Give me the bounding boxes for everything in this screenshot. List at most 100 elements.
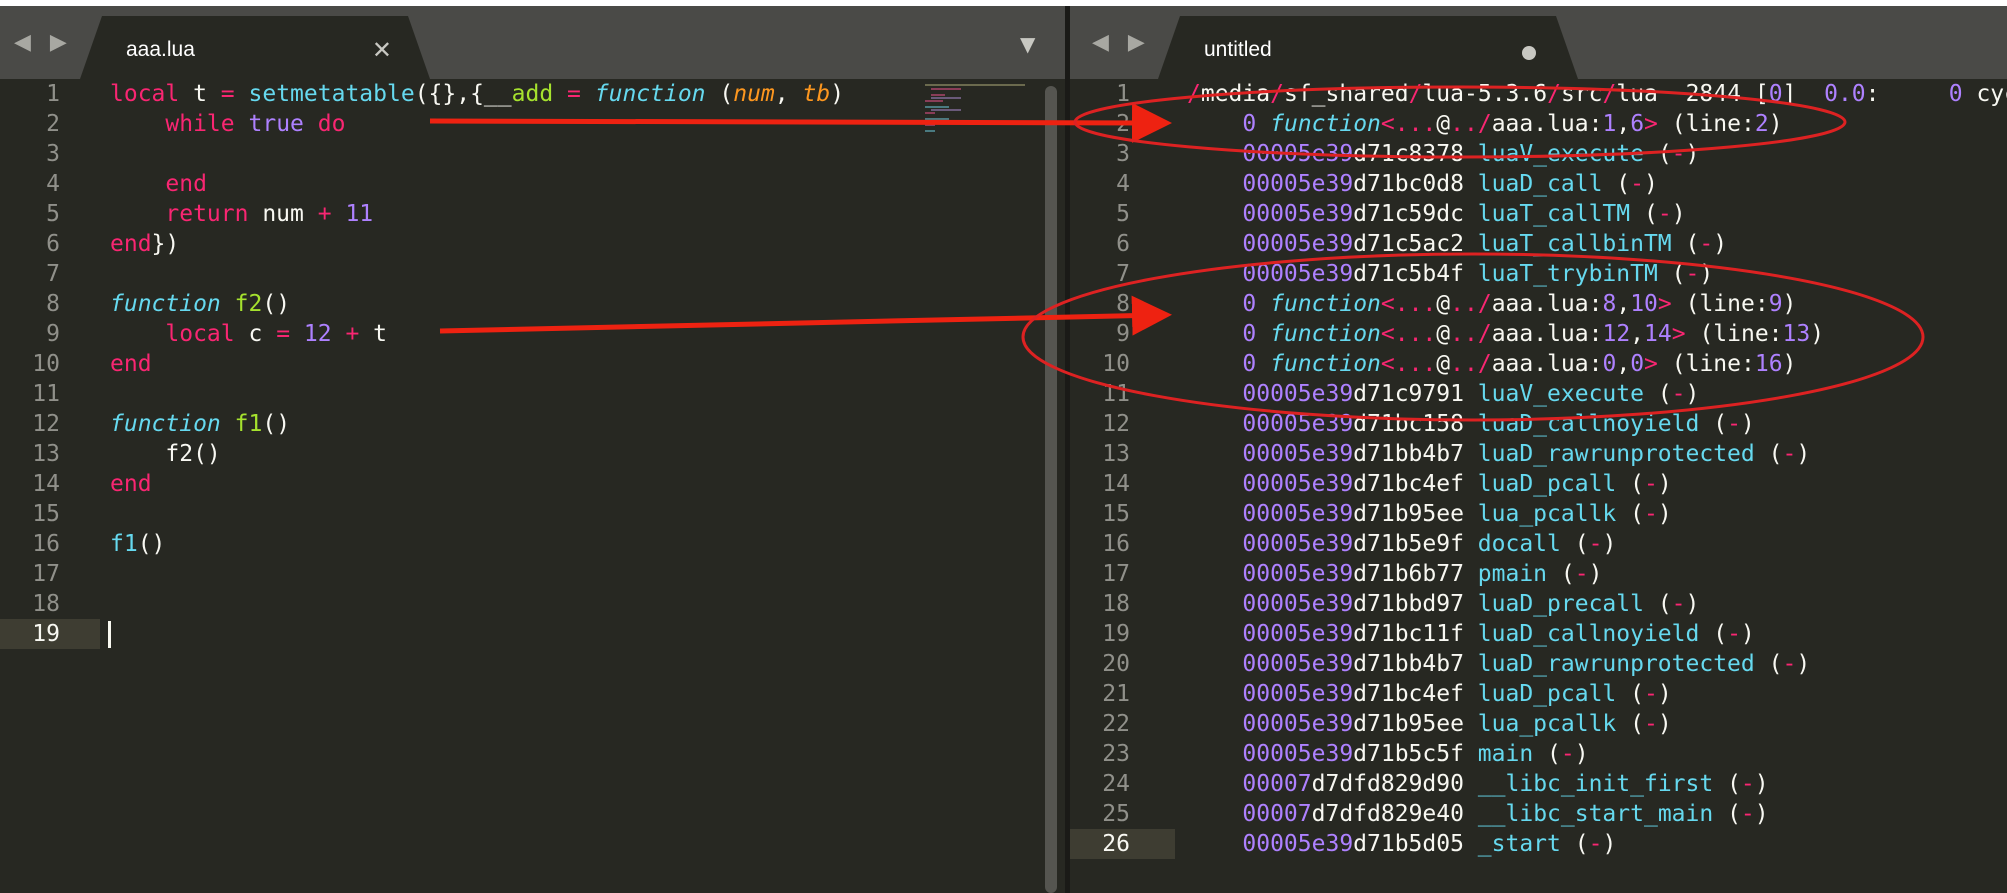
left-minimap[interactable] [925, 82, 1025, 142]
code-line[interactable]: 15 00005e39d71b95ee lua_pcallk (-) [1070, 499, 2007, 529]
code-line[interactable]: 2 while true do [0, 109, 1065, 139]
code-line[interactable]: 7 [0, 259, 1065, 289]
code-token: 8 [1602, 291, 1617, 317]
code-line[interactable]: 19 [0, 619, 1065, 649]
code-line[interactable]: 13 f2() [0, 439, 1065, 469]
code-line[interactable]: 18 00005e39d71bbd97 luaD_precall (-) [1070, 589, 2007, 619]
code-line[interactable]: 11 00005e39d71c9791 luaV_execute (-) [1070, 379, 2007, 409]
code-token: / [1602, 81, 1617, 107]
code-token: (line: [1657, 111, 1755, 137]
code-token: tb [802, 81, 831, 107]
code-token: 00005e39 [1242, 441, 1354, 467]
code-token: lua_pcallk [1477, 501, 1617, 527]
code-line[interactable]: 5 return num + 11 [0, 199, 1065, 229]
code-line[interactable]: 11 [0, 379, 1065, 409]
code-text: 00005e39d71bc11f luaD_callnoyield (-) [1187, 619, 1754, 649]
code-line[interactable]: 9 0 function<...@../aaa.lua:12,14> (line… [1070, 319, 2007, 349]
code-token: ) [1574, 741, 1589, 767]
code-line[interactable]: 2 0 function<...@../aaa.lua:1,6> (line:2… [1070, 109, 2007, 139]
code-line[interactable]: 17 00005e39d71b6b77 pmain (-) [1070, 559, 2007, 589]
code-text: return num + 11 [110, 199, 373, 229]
line-number: 9 [1116, 321, 1130, 347]
left-tab-nav-arrows-icon[interactable]: ◀ ▶ [14, 30, 73, 55]
code-line[interactable]: 12 function f1() [0, 409, 1065, 439]
code-token: - [1740, 771, 1755, 797]
tab-untitled[interactable]: untitled [1158, 16, 1578, 79]
code-line[interactable]: 26 00005e39d71b5d05 _start (-) [1070, 829, 2007, 859]
code-line[interactable]: 5 00005e39d71c59dc luaT_callTM (-) [1070, 199, 2007, 229]
code-line[interactable]: 18 [0, 589, 1065, 619]
code-line[interactable]: 8 0 function<...@../aaa.lua:8,10> (line:… [1070, 289, 2007, 319]
code-text: 00007d7dfd829d90 __libc_init_first (-) [1187, 769, 1768, 799]
line-number: 14 [32, 471, 60, 497]
code-token: (line: [1671, 291, 1769, 317]
code-line[interactable]: 4 end [0, 169, 1065, 199]
code-token: ) [1685, 141, 1700, 167]
code-line[interactable]: 24 00007d7dfd829d90 __libc_init_first (-… [1070, 769, 2007, 799]
code-line[interactable]: 14 end [0, 469, 1065, 499]
code-line[interactable]: 19 00005e39d71bc11f luaD_callnoyield (-) [1070, 619, 2007, 649]
code-text: end}) [110, 229, 179, 259]
code-line[interactable]: 10 end [0, 349, 1065, 379]
code-line[interactable]: 4 00005e39d71bc0d8 luaD_call (-) [1070, 169, 2007, 199]
code-line[interactable]: 1 local t = setmetatable({},{__add = func… [0, 79, 1065, 109]
code-line[interactable]: 15 [0, 499, 1065, 529]
code-text: 00005e39d71bc0d8 luaD_call (-) [1187, 169, 1657, 199]
code-token: ( [1671, 231, 1700, 257]
code-line[interactable]: 3 [0, 139, 1065, 169]
code-line[interactable]: 17 [0, 559, 1065, 589]
code-text: 00005e39d71b5d05 _start (-) [1187, 829, 1616, 859]
line-number: 7 [46, 261, 60, 287]
code-token: d71c9791 [1353, 381, 1478, 407]
right-tab-nav-arrows-icon[interactable]: ◀ ▶ [1092, 30, 1151, 55]
code-token: t [359, 321, 388, 347]
left-code-editor[interactable]: 1 local t = setmetatable({},{__add = func… [0, 79, 1065, 893]
tab-dropdown-icon[interactable]: ▼ [1020, 32, 1035, 56]
line-number: 17 [32, 561, 60, 587]
tab-aaa-lua[interactable]: aaa.lua ✕ [80, 16, 430, 79]
close-icon[interactable]: ✕ [372, 36, 392, 64]
code-token: , [1616, 291, 1631, 317]
left-scrollbar[interactable] [1045, 86, 1057, 893]
code-token: ) [1657, 681, 1672, 707]
code-token: luaD_pcall [1477, 681, 1617, 707]
code-token: - [1560, 741, 1575, 767]
code-token: function [594, 81, 706, 107]
unsaved-dot-icon[interactable] [1522, 46, 1536, 60]
code-token: () [137, 531, 166, 557]
code-line[interactable]: 7 00005e39d71c5b4f luaT_trybinTM (-) [1070, 259, 2007, 289]
code-line[interactable]: 6 end}) [0, 229, 1065, 259]
right-code-editor[interactable]: 1/media/sf_shared/lua-5.3.6/src/lua 2844… [1070, 79, 2007, 893]
code-token: ( [705, 81, 734, 107]
code-line[interactable]: 13 00005e39d71bb4b7 luaD_rawrunprotected… [1070, 439, 2007, 469]
code-line[interactable]: 3 00005e39d71c8378 luaV_execute (-) [1070, 139, 2007, 169]
code-line[interactable]: 16 f1() [0, 529, 1065, 559]
code-line[interactable]: 9 local c = 12 + t [0, 319, 1065, 349]
line-number: 10 [32, 351, 60, 377]
code-line[interactable]: 8 function f2() [0, 289, 1065, 319]
code-token: while [165, 111, 235, 137]
code-token: ) [1768, 111, 1783, 137]
code-line[interactable]: 10 0 function<...@../aaa.lua:0,0> (line:… [1070, 349, 2007, 379]
code-line[interactable]: 14 00005e39d71bc4ef luaD_pcall (-) [1070, 469, 2007, 499]
code-token: 00005e39 [1242, 261, 1354, 287]
code-text: function f1() [110, 409, 290, 439]
code-token: ) [1602, 531, 1617, 557]
code-line[interactable]: 25 00007d7dfd829e40 __libc_start_main (-… [1070, 799, 2007, 829]
code-line[interactable]: 1/media/sf_shared/lua-5.3.6/src/lua 2844… [1070, 79, 2007, 109]
code-token: f2 [234, 291, 263, 317]
code-line[interactable]: 23 00005e39d71b5c5f main (-) [1070, 739, 2007, 769]
code-line[interactable]: 16 00005e39d71b5e9f docall (-) [1070, 529, 2007, 559]
code-line[interactable]: 12 00005e39d71bc158 luaD_callnoyield (-) [1070, 409, 2007, 439]
code-line[interactable]: 20 00005e39d71bb4b7 luaD_rawrunprotected… [1070, 649, 2007, 679]
code-token: 0 [1242, 351, 1257, 377]
code-line[interactable]: 22 00005e39d71b95ee lua_pcallk (-) [1070, 709, 2007, 739]
code-token: ( [1616, 471, 1644, 497]
code-text: 00005e39d71b5c5f main (-) [1187, 739, 1589, 769]
code-line[interactable]: 21 00005e39d71bc4ef luaD_pcall (-) [1070, 679, 2007, 709]
code-line[interactable]: 6 00005e39d71c5ac2 luaT_callbinTM (-) [1070, 229, 2007, 259]
